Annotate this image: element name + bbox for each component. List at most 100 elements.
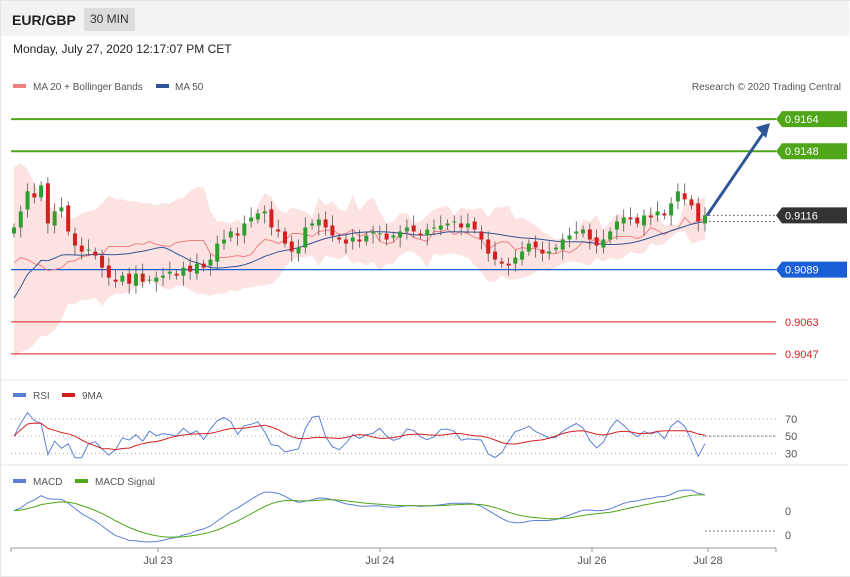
candle-body: [59, 207, 64, 212]
candle-body: [648, 215, 653, 218]
candle-body: [594, 237, 599, 246]
macd-line: [13, 489, 706, 543]
candle-body: [127, 273, 132, 284]
candle-body: [208, 259, 213, 266]
rsi-legend-swatch: [13, 393, 26, 397]
candle-body: [425, 229, 430, 236]
candle-body: [289, 241, 294, 252]
candle-body: [18, 211, 23, 228]
candle-body: [66, 205, 71, 232]
macd-legend-label: MACD: [33, 477, 62, 488]
candle-body: [12, 227, 16, 234]
bollinger-band-fill: [14, 163, 705, 358]
candle-body: [669, 203, 674, 216]
candle-body: [235, 233, 240, 236]
candle-body: [249, 217, 254, 222]
forecast-arrow: [705, 123, 770, 217]
candle-body: [39, 185, 44, 198]
candle-body: [703, 215, 707, 224]
ma50-legend-swatch: [156, 84, 169, 88]
candle-body: [547, 251, 552, 254]
candle-body: [113, 279, 118, 282]
candle-body: [140, 273, 145, 282]
macd-signal-legend-label: MACD Signal: [95, 477, 155, 488]
ma50-legend-label: MA 50: [175, 82, 204, 93]
candle-body: [337, 237, 342, 240]
candle-body: [167, 271, 172, 274]
candle-body: [662, 213, 667, 216]
candle-body: [492, 251, 497, 260]
candle-body: [513, 257, 518, 264]
candle-body: [32, 193, 37, 198]
candle-body: [262, 211, 267, 214]
level-tags: 0.9164 0.9148 0.9116 0.9089 0.9063 0.9047: [776, 111, 847, 361]
forecast-arrow-shaft: [705, 128, 768, 217]
candle-body: [86, 249, 91, 251]
candle-body: [486, 239, 491, 254]
candle-body: [222, 239, 227, 244]
candle-body: [161, 275, 166, 278]
candle-body: [52, 211, 57, 226]
x-axis: Jul 23 Jul 24 Jul 26 Jul 28: [10, 548, 777, 567]
candle-body: [391, 235, 396, 238]
rsi-ma-legend-label: 9MA: [82, 391, 103, 402]
candle-body: [255, 213, 260, 220]
rsi-tick-label: 30: [785, 448, 797, 460]
candle-body: [465, 223, 470, 228]
candle-body: [323, 219, 328, 228]
candle-body: [45, 183, 50, 224]
candle-body: [120, 275, 125, 282]
candle-body: [472, 221, 477, 230]
candle-body: [357, 239, 362, 242]
candle-body: [689, 199, 694, 206]
level-label-0.9148: 0.9148: [785, 146, 819, 158]
candle-body: [526, 243, 531, 252]
macd-signal-line: [13, 494, 705, 538]
ma20-legend-label: MA 20 + Bollinger Bands: [33, 82, 143, 93]
candle-body: [628, 217, 633, 220]
candle-body: [682, 193, 687, 200]
candle-body: [445, 223, 450, 226]
candle-body: [581, 229, 586, 234]
candle-body: [574, 231, 579, 234]
candle-body: [330, 225, 335, 236]
candle-body: [276, 229, 281, 232]
candle-body: [608, 231, 613, 240]
candle-body: [655, 211, 660, 216]
macd-signal-legend-swatch: [75, 479, 88, 483]
price-chart: MA 20 + Bollinger Bands MA 50 Research ©…: [1, 82, 849, 567]
candle-body: [540, 249, 545, 254]
candle-body: [377, 233, 382, 235]
candle-body: [79, 245, 84, 252]
level-label-0.9089: 0.9089: [785, 265, 819, 277]
rsi-legend-label: RSI: [33, 391, 50, 402]
candle-body: [343, 239, 348, 244]
candle-body: [133, 273, 138, 286]
candle-body: [296, 247, 301, 254]
macd-tick-label: 0: [785, 530, 791, 542]
candle-body: [432, 227, 437, 229]
candle-body: [601, 239, 606, 248]
candle-body: [93, 251, 98, 256]
candle-body: [174, 273, 179, 276]
candle-body: [215, 243, 220, 262]
level-label-0.9116: 0.9116: [785, 210, 818, 222]
candle-body: [506, 263, 511, 266]
candle-body: [533, 241, 538, 248]
candle-body: [452, 221, 457, 223]
x-tick-label: Jul 28: [693, 555, 722, 567]
candle-body: [553, 247, 558, 250]
candle-body: [316, 219, 321, 226]
candle-body: [404, 227, 409, 232]
macd-panel: 00: [13, 489, 791, 543]
candle-body: [621, 217, 626, 224]
candle-body: [371, 231, 376, 234]
candle-body: [350, 237, 355, 242]
candle-body: [364, 235, 369, 242]
candle-body: [269, 209, 274, 228]
level-label-0.9047: 0.9047: [785, 349, 819, 361]
macd-legend-swatch: [13, 479, 26, 483]
candle-body: [201, 263, 206, 268]
candle-body: [567, 235, 572, 240]
candle-body: [228, 231, 233, 238]
